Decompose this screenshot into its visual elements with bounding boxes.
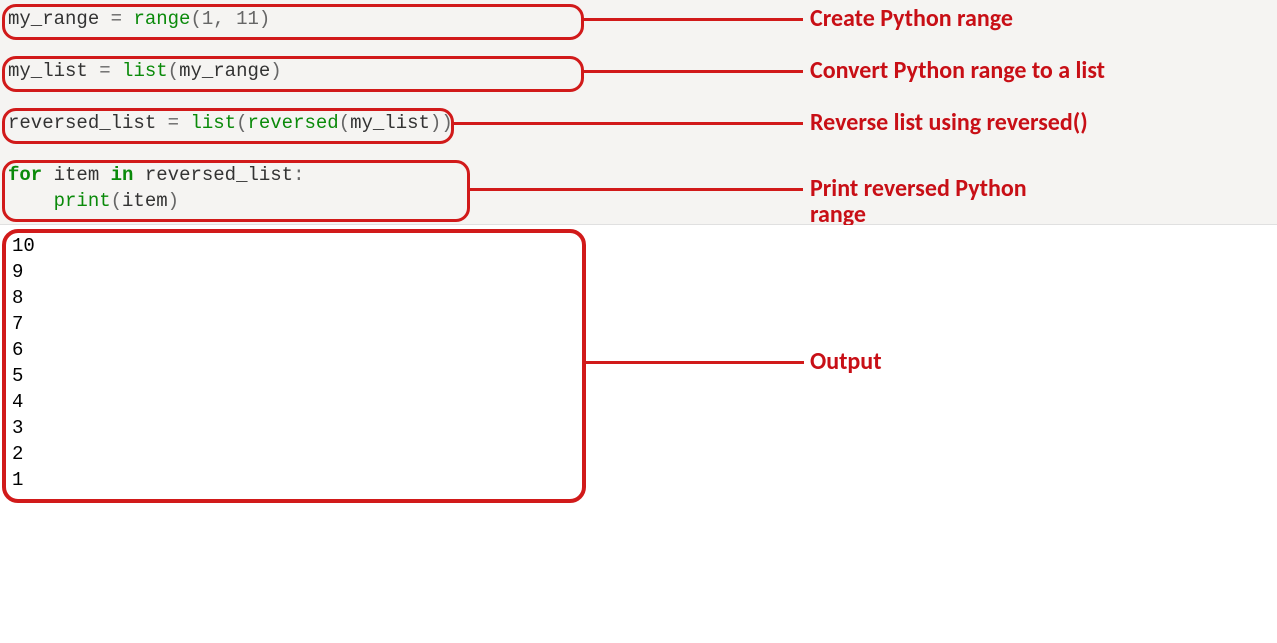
fn-reversed: reversed <box>247 112 338 134</box>
ident: reversed_list <box>8 112 156 134</box>
output-line: 7 <box>12 311 1277 337</box>
code-block: my_range = range(1, 11) my_list = list(m… <box>0 0 1277 225</box>
op: = <box>99 8 133 30</box>
ident: my_range <box>179 60 270 82</box>
kw-for: for <box>8 164 42 186</box>
output-line: 10 <box>12 233 1277 259</box>
ident: reversed_list <box>145 164 293 186</box>
paren: ) <box>168 190 179 212</box>
ident: my_list <box>350 112 430 134</box>
paren: ( <box>236 112 247 134</box>
blank-line <box>0 32 1277 58</box>
colon: : <box>293 164 304 186</box>
code-line-1: my_range = range(1, 11) <box>0 6 1277 32</box>
annotation-2: Convert Python range to a list <box>810 58 1105 84</box>
paren: ( <box>339 112 350 134</box>
output-line: 3 <box>12 415 1277 441</box>
output-line: 8 <box>12 285 1277 311</box>
blank-line <box>0 136 1277 162</box>
output-line: 2 <box>12 441 1277 467</box>
paren: ) <box>270 60 281 82</box>
kw-in: in <box>111 164 134 186</box>
output-line: 6 <box>12 337 1277 363</box>
annotation-4: Print reversed Python range <box>810 176 1070 229</box>
ident: my_list <box>8 60 88 82</box>
space <box>99 164 110 186</box>
paren: ) <box>259 8 270 30</box>
paren: ( <box>168 60 179 82</box>
ident: item <box>122 190 168 212</box>
output-line: 4 <box>12 389 1277 415</box>
indent <box>8 190 54 212</box>
op: = <box>156 112 190 134</box>
output-line: 5 <box>12 363 1277 389</box>
annotation-5: Output <box>810 349 882 375</box>
annotation-3: Reverse list using reversed() <box>810 110 1088 136</box>
output-block: 10 9 8 7 6 5 4 3 2 1 Output <box>0 225 1277 493</box>
ident: my_range <box>8 8 99 30</box>
space <box>42 164 53 186</box>
paren: ( <box>111 190 122 212</box>
annotation-1: Create Python range <box>810 6 1013 32</box>
op: = <box>88 60 122 82</box>
space <box>133 164 144 186</box>
paren: ) <box>441 112 452 134</box>
fn-print: print <box>54 190 111 212</box>
code-line-5: print(item) <box>0 188 1277 214</box>
output-line: 9 <box>12 259 1277 285</box>
paren: ) <box>430 112 441 134</box>
paren: ( <box>190 8 201 30</box>
comma: , <box>213 8 236 30</box>
fn-list: list <box>190 112 236 134</box>
ident: item <box>54 164 100 186</box>
blank-line <box>0 84 1277 110</box>
num: 11 <box>236 8 259 30</box>
code-line-4: for item in reversed_list: <box>0 162 1277 188</box>
output-line: 1 <box>12 467 1277 493</box>
num: 1 <box>202 8 213 30</box>
fn-range: range <box>133 8 190 30</box>
fn-list: list <box>122 60 168 82</box>
